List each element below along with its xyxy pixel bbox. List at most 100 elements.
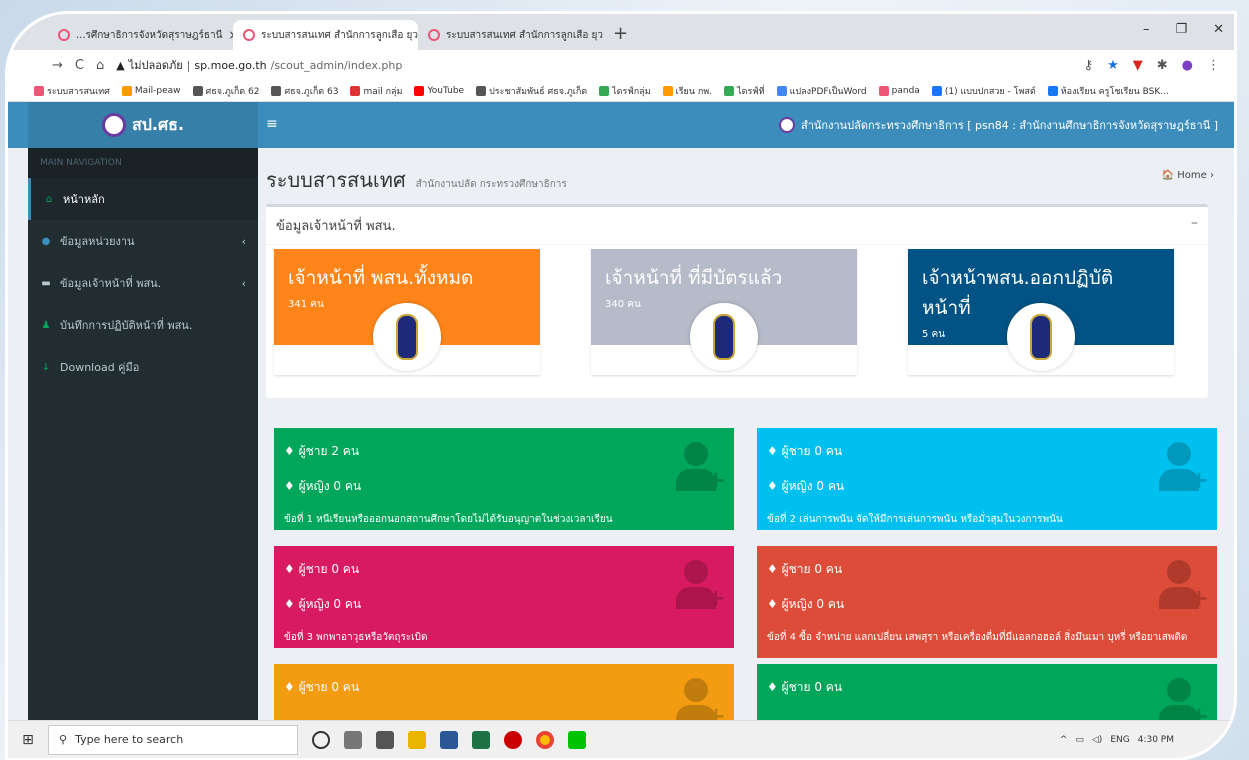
page-title: ระบบสารสนเทศ	[266, 168, 406, 192]
page-subtitle: สำนักงานปลัด กระทรวงศึกษาธิการ	[415, 179, 567, 190]
bookmark-item[interactable]: panda	[878, 85, 920, 96]
staff-summary-card[interactable]: เจ้าหน้าพสน.ออกปฏิบัติหน้าที่ 5 คน	[908, 249, 1174, 375]
bookmark-icon	[121, 85, 132, 96]
language-indicator[interactable]: ENG	[1110, 735, 1129, 745]
window-controls: – ❐ ✕	[1143, 22, 1224, 37]
bookmark-item[interactable]: ประชาสัมพันธ์ ศธจ.ภูเก็ต	[476, 84, 587, 98]
network-icon[interactable]: ▭	[1075, 735, 1084, 745]
restore-icon[interactable]: ❐	[1175, 22, 1187, 37]
female-count: ♦ ผู้หญิง 0 คน	[284, 597, 362, 611]
logo[interactable]: สป.ศธ.	[28, 102, 258, 148]
tab-favicon-icon	[243, 29, 255, 41]
sidebar-item-agency[interactable]: ● ข้อมูลหน่วยงาน ‹	[28, 220, 258, 262]
browser-tab[interactable]: ...รศึกษาธิการจังหวัดสุราษฎร์ธานี×	[48, 20, 233, 50]
bookmark-item[interactable]: ห้องเรียน ครูโชเรียน BSK...	[1047, 84, 1169, 98]
bookmark-item[interactable]: ไดรฟ์กลุ่ม	[599, 84, 651, 98]
bookmark-item[interactable]: ศธจ.ภูเก็ต 63	[271, 84, 338, 98]
shield-ext-icon[interactable]: ▼	[1133, 58, 1143, 73]
sidebar-item-log[interactable]: ♟ บันทึกการปฏิบัติหน้าที่ พสน.	[28, 304, 258, 346]
breadcrumb[interactable]: 🏠 Home ›	[1162, 170, 1214, 181]
reload-icon[interactable]: C	[75, 58, 84, 73]
bookmark-item[interactable]: ระบบสารสนเทศ	[34, 84, 110, 98]
violation-stat-box[interactable]: + ♦ ผู้ชาย 2 คน ♦ ผู้หญิง 0 คน ข้อที่ 1 หนี…	[274, 428, 734, 530]
close-window-icon[interactable]: ✕	[1213, 22, 1224, 37]
app-icon[interactable]	[504, 730, 522, 749]
violation-stat-box[interactable]: + ♦ ผู้ชาย 0 คน	[757, 664, 1217, 720]
tab-title: ระบบสารสนเทศ สำนักการลูกเสือ ยุวกา	[446, 29, 603, 41]
back-icon[interactable]: →	[52, 58, 63, 73]
bookmark-item[interactable]: YouTube	[414, 85, 464, 96]
violation-description: ข้อที่ 1 หนีเรียนหรือออกนอกสถานศึกษาโดยไ…	[284, 514, 613, 525]
staff-summary-card[interactable]: เจ้าหน้าที่ พสน.ทั้งหมด 341 คน	[274, 249, 540, 375]
cortana-icon[interactable]	[312, 730, 330, 749]
tab-bar: ...รศึกษาธิการจังหวัดสุราษฎร์ธานี× ระบบส…	[8, 14, 1234, 50]
bookmark-item[interactable]: ไดรฟ์ที่	[724, 84, 765, 98]
emblem-icon	[779, 117, 796, 133]
add-user-icon: +	[1159, 442, 1209, 494]
violation-stat-box[interactable]: + ♦ ผู้ชาย 0 คน ♦ ผู้หญิง 0 คน ข้อที่ 3 พกพ…	[274, 546, 734, 648]
home-icon[interactable]: ⌂	[96, 58, 104, 73]
bookmark-icon	[414, 85, 425, 96]
violation-stat-box[interactable]: + ♦ ผู้ชาย 0 คน ♦ ผู้หญิง 0 คน ข้อที่ 2 เล่…	[757, 428, 1217, 530]
browser-tab-active[interactable]: ระบบสารสนเทศ สำนักการลูกเสือ ยุวกา×	[233, 20, 418, 50]
bookmark-item[interactable]: ศธจ.ภูเก็ต 62	[192, 84, 259, 98]
add-user-icon: +	[676, 560, 726, 612]
taskbar-search[interactable]: ⚲ Type here to search	[48, 724, 298, 755]
search-icon: ⚲	[59, 733, 68, 746]
volume-icon[interactable]: ◁)	[1092, 735, 1102, 745]
scout-shield-icon	[396, 314, 418, 360]
windows-start-icon[interactable]: ⊞	[8, 732, 48, 748]
users-icon: ♟	[41, 319, 51, 331]
bookmark-icon	[724, 85, 735, 96]
add-user-icon: +	[676, 442, 726, 494]
line-icon[interactable]	[568, 730, 586, 749]
address-bar[interactable]: ▲ ไม่ปลอดภัย | sp.moe.go.th/scout_admin/…	[116, 56, 402, 74]
tab-favicon-icon	[58, 29, 70, 41]
sidebar-item-home[interactable]: ⌂ หน้าหลัก	[28, 178, 258, 220]
excel-icon[interactable]	[472, 730, 490, 749]
scout-shield-icon	[1030, 314, 1052, 360]
user-menu[interactable]: สำนักงานปลัดกระทรวงศึกษาธิการ [ psn84 : …	[779, 116, 1218, 134]
male-count: ♦ ผู้ชาย 0 คน	[284, 680, 360, 694]
bookmarks-bar: ระบบสารสนเทศ Mail-peaw ศธจ.ภูเก็ต 62 ศธจ.ภู…	[8, 80, 1234, 102]
bookmark-icon	[599, 85, 610, 96]
star-icon[interactable]: ★	[1107, 58, 1119, 73]
explorer-icon[interactable]	[408, 730, 426, 749]
male-count: ♦ ผู้ชาย 0 คน	[767, 680, 843, 694]
bookmark-item[interactable]: (1) แบบปกสวย - โพสต์	[931, 84, 1036, 98]
violation-description: ข้อที่ 4 ซื้อ จำหน่าย แลกเปลี่ยน เสพสุรา…	[767, 632, 1188, 643]
chevron-up-icon[interactable]: ^	[1060, 735, 1068, 745]
male-count: ♦ ผู้ชาย 2 คน	[284, 444, 360, 458]
collapse-icon[interactable]: –	[1191, 215, 1198, 231]
female-count: ♦ ผู้หญิง 0 คน	[767, 479, 845, 493]
profile-icon[interactable]: ●	[1182, 58, 1193, 73]
bookmark-item[interactable]: เรียน กพ.	[662, 84, 712, 98]
browser-tab[interactable]: ระบบสารสนเทศ สำนักการลูกเสือ ยุวกา×	[418, 20, 603, 50]
app: สป.ศธ. ≡ สำนักงานปลัดกระทรวงศึกษาธิการ […	[8, 102, 1234, 720]
key-icon[interactable]: ⚷	[1084, 58, 1094, 73]
bookmark-item[interactable]: แปลงPDFเป็นWord	[776, 84, 867, 98]
new-tab-button[interactable]: +	[603, 23, 638, 50]
bookmark-item[interactable]: mail กลุ่ม	[350, 84, 402, 98]
menu-icon[interactable]: ⋮	[1207, 58, 1220, 73]
bookmark-icon	[476, 85, 487, 96]
home-icon: ⌂	[45, 193, 53, 205]
calculator-icon[interactable]	[376, 730, 394, 749]
violation-stat-box[interactable]: + ♦ ผู้ชาย 0 คน ♦ ผู้หญิง 0 คน ข้อที่ 4 ซื้…	[757, 546, 1217, 658]
bookmark-icon	[192, 85, 203, 96]
violation-stat-box[interactable]: + ♦ ผู้ชาย 0 คน	[274, 664, 734, 720]
minimize-icon[interactable]: –	[1143, 22, 1150, 37]
task-view-icon[interactable]	[344, 730, 362, 749]
sidebar-item-staff[interactable]: ▬ ข้อมูลเจ้าหน้าที่ พสน. ‹	[28, 262, 258, 304]
hamburger-icon[interactable]: ≡	[266, 116, 278, 132]
info-icon: ●	[41, 235, 51, 247]
male-count: ♦ ผู้ชาย 0 คน	[284, 562, 360, 576]
clock[interactable]: 4:30 PM	[1138, 735, 1174, 745]
staff-summary-card[interactable]: เจ้าหน้าที่ ที่มีบัตรแล้ว 340 คน	[591, 249, 857, 375]
puzzle-icon[interactable]: ✱	[1157, 58, 1168, 73]
sidebar-item-download[interactable]: ↓ Download คู่มือ	[28, 346, 258, 388]
word-icon[interactable]	[440, 730, 458, 749]
bookmark-item[interactable]: Mail-peaw	[121, 85, 181, 96]
sidebar: MAIN NAVIGATION ⌂ หน้าหลัก ● ข้อมูลหน่วยงา…	[28, 148, 258, 720]
chrome-icon[interactable]	[536, 730, 554, 749]
